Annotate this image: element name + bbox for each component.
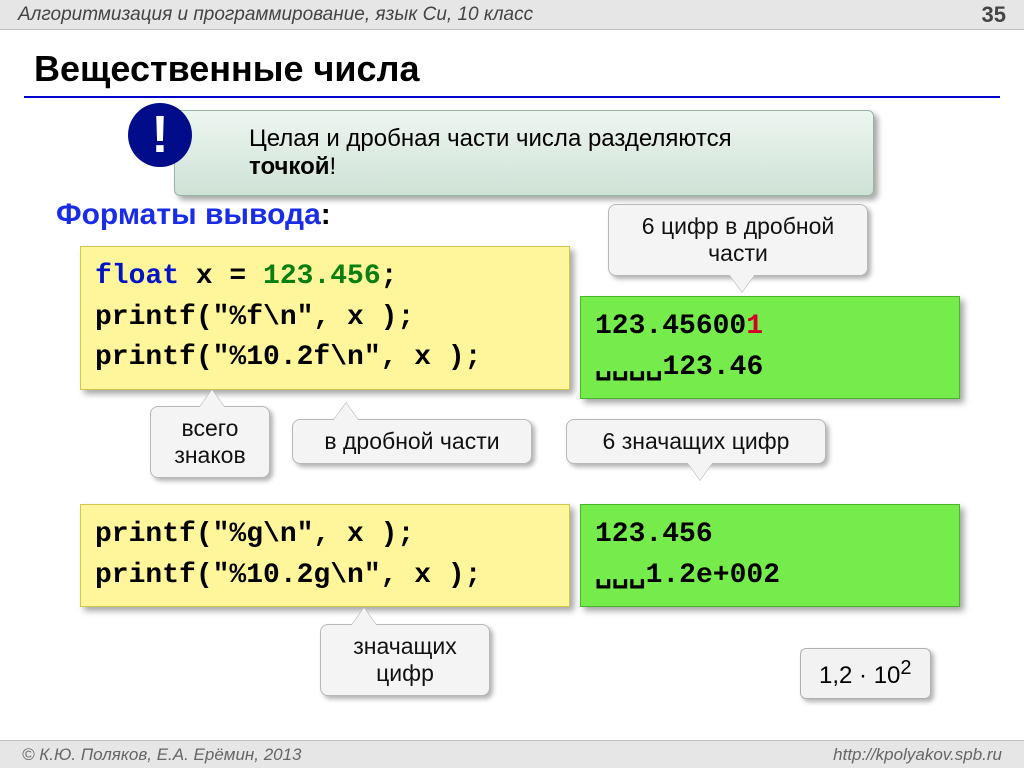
code1-number: 123.456 xyxy=(263,261,381,292)
out1-l1a: 123.45600 xyxy=(595,311,746,342)
out2-spaces: ␣␣␣ xyxy=(595,560,646,591)
footer-authors: © К.Ю. Поляков, Е.А. Ерёмин, 2013 xyxy=(22,745,302,765)
info-sci-a: 1,2 · 10 xyxy=(819,662,900,689)
speech-in-frac: в дробной части xyxy=(292,419,532,464)
output-block-2: 123.456 ␣␣␣1.2e+002 xyxy=(580,504,960,607)
subheading: Форматы вывода: xyxy=(56,198,331,232)
speech-total-l2: знаков xyxy=(174,442,245,468)
slide-header: Алгоритмизация и программирование, язык … xyxy=(0,0,1024,30)
code1-keyword: float xyxy=(95,261,179,292)
speech-tail-icon xyxy=(351,608,377,626)
code1-var: x = xyxy=(179,261,263,292)
exclamation-icon: ! xyxy=(128,103,192,167)
speech-tail-icon xyxy=(687,462,713,480)
code1-line2: printf("%f\n", x ); xyxy=(95,302,414,333)
code2-line2: printf("%10.2g\n", x ); xyxy=(95,560,481,591)
page-title: Вещественные числа xyxy=(34,48,419,90)
speech-six-frac: 6 цифр в дробной части xyxy=(608,204,868,276)
out1-l2: 123.46 xyxy=(662,352,763,383)
callout-strong: точкой xyxy=(249,153,330,180)
speech-sig: значащих цифр xyxy=(320,624,490,696)
info-sci-notation: 1,2 · 102 xyxy=(800,648,931,699)
callout-note: Целая и дробная части числа разделяются … xyxy=(174,110,874,196)
out1-l1b: 1 xyxy=(746,311,763,342)
slide-footer: © К.Ю. Поляков, Е.А. Ерёмин, 2013 http:/… xyxy=(0,740,1024,768)
speech-in-frac-text: в дробной части xyxy=(324,428,499,454)
code1-line3: printf("%10.2f\n", x ); xyxy=(95,342,481,373)
speech-tail-icon xyxy=(333,403,359,421)
footer-url: http://kpolyakov.spb.ru xyxy=(833,745,1002,765)
speech-six-sig: 6 значащих цифр xyxy=(566,419,826,464)
speech-sig-l1: значащих xyxy=(353,633,457,659)
info-sci-sup: 2 xyxy=(900,657,911,679)
slide-number: 35 xyxy=(982,2,1006,28)
title-underline xyxy=(24,96,1000,98)
out2-l2: 1.2e+002 xyxy=(646,560,780,591)
out2-l1: 123.456 xyxy=(595,519,713,550)
speech-tail-icon xyxy=(199,390,225,408)
output-block-1: 123.456001 ␣␣␣␣123.46 xyxy=(580,296,960,399)
speech-six-frac-l2: части xyxy=(708,240,768,266)
subheading-text: Форматы вывода xyxy=(56,198,321,231)
speech-total: всего знаков xyxy=(150,406,270,478)
speech-sig-l2: цифр xyxy=(376,660,434,686)
code-block-1: float x = 123.456; printf("%f\n", x ); p… xyxy=(80,246,570,390)
callout-text-1: Целая и дробная части числа разделяются xyxy=(249,125,732,152)
speech-six-sig-text: 6 значащих цифр xyxy=(603,428,790,454)
code1-tail: ; xyxy=(381,261,398,292)
code2-line1: printf("%g\n", x ); xyxy=(95,519,414,550)
slide-subject: Алгоритмизация и программирование, язык … xyxy=(18,4,533,26)
speech-tail-icon xyxy=(729,274,755,292)
speech-six-frac-l1: 6 цифр в дробной xyxy=(642,213,834,239)
speech-total-l1: всего xyxy=(182,415,239,441)
subheading-colon: : xyxy=(321,198,331,231)
callout-exclaim: ! xyxy=(330,153,337,180)
code-block-2: printf("%g\n", x ); printf("%10.2g\n", x… xyxy=(80,504,570,607)
out1-spaces: ␣␣␣␣ xyxy=(595,352,662,383)
